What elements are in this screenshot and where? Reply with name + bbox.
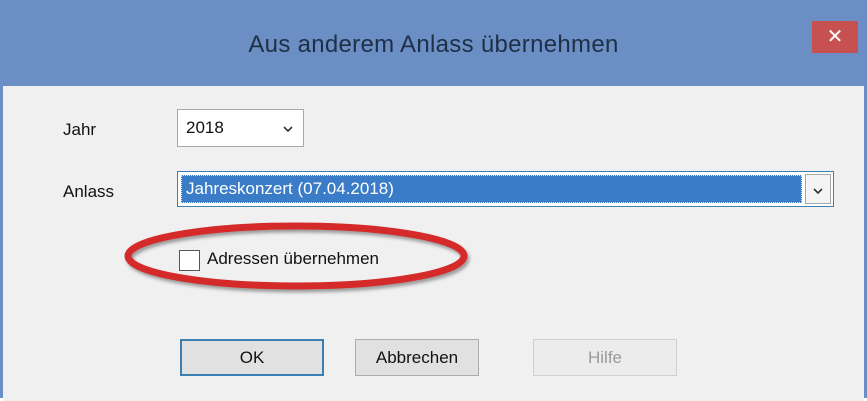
title-bar: Aus anderem Anlass übernehmen ✕ bbox=[3, 3, 864, 86]
help-button[interactable]: Hilfe bbox=[533, 339, 677, 376]
event-value-text: Jahreskonzert (07.04.2018) bbox=[186, 179, 394, 198]
close-button[interactable]: ✕ bbox=[812, 21, 858, 53]
year-label: Jahr bbox=[63, 120, 97, 139]
addresses-checkbox[interactable] bbox=[179, 250, 200, 271]
year-select[interactable]: 2018 bbox=[177, 109, 304, 147]
addresses-checkbox-label[interactable]: Adressen übernehmen bbox=[207, 249, 379, 269]
event-selected-value: Jahreskonzert (07.04.2018) bbox=[181, 175, 802, 203]
event-dropdown-button[interactable] bbox=[805, 174, 831, 204]
dialog-window: Aus anderem Anlass übernehmen ✕ Jahr 201… bbox=[0, 0, 867, 401]
chevron-down-icon bbox=[283, 126, 293, 133]
close-icon: ✕ bbox=[826, 26, 844, 48]
year-value: 2018 bbox=[186, 118, 224, 137]
dialog-body: Jahr 2018 Anlass Jahreskonzert (07.04.20… bbox=[3, 86, 864, 401]
event-select[interactable]: Jahreskonzert (07.04.2018) bbox=[177, 171, 834, 207]
chevron-down-icon bbox=[813, 188, 823, 195]
dialog-title: Aus anderem Anlass übernehmen bbox=[248, 30, 619, 58]
ok-button[interactable]: OK bbox=[180, 339, 324, 376]
cancel-button[interactable]: Abbrechen bbox=[355, 339, 479, 376]
event-label: Anlass bbox=[63, 182, 115, 201]
